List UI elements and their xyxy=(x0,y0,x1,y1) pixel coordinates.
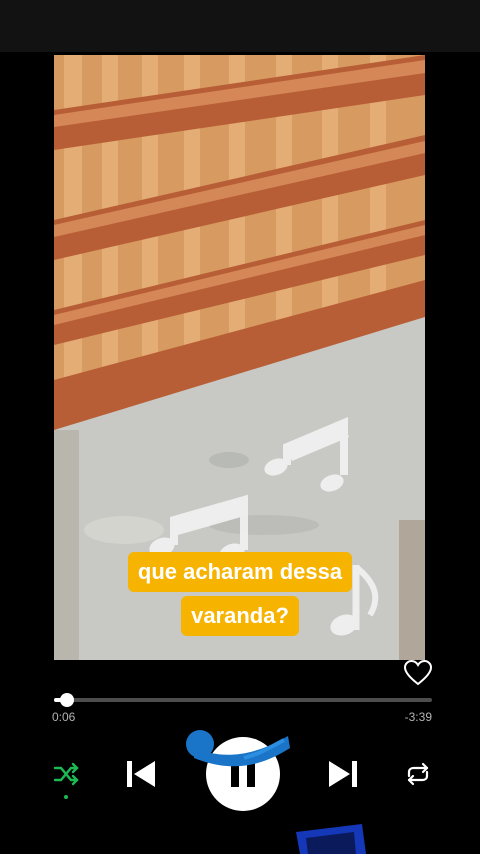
caption-line-2: varanda? xyxy=(181,596,299,636)
heart-icon[interactable] xyxy=(403,659,433,686)
elapsed-time: 0:06 xyxy=(52,710,76,724)
overlay-graphic xyxy=(186,730,290,767)
seek-bar[interactable] xyxy=(54,693,432,707)
top-bar xyxy=(0,0,480,52)
skip-next-icon[interactable] xyxy=(326,758,360,790)
caption-line-1: que acharam dessa xyxy=(127,552,353,592)
shuffle-icon[interactable] xyxy=(52,762,80,786)
remaining-time: -3:39 xyxy=(404,710,432,724)
video-caption: que acharam dessa varanda? xyxy=(100,552,380,640)
skip-previous-icon[interactable] xyxy=(124,758,158,790)
overlay-graphic-bottom xyxy=(296,824,366,854)
seek-handle[interactable] xyxy=(60,693,75,707)
repeat-icon[interactable] xyxy=(404,762,432,786)
shuffle-active-dot xyxy=(64,795,68,799)
